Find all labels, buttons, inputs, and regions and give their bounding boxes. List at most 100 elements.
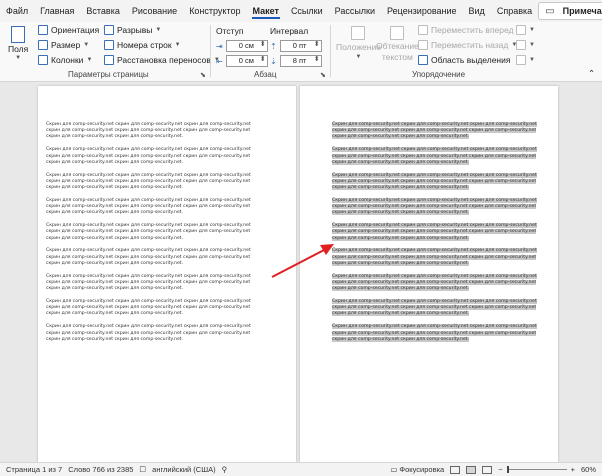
wrap-text-button[interactable]: Обтекание текстом	[376, 26, 419, 62]
breaks-icon	[104, 25, 114, 35]
spacing-before-icon: ⇡	[270, 41, 277, 51]
chevron-down-icon: ▼	[83, 42, 90, 48]
zoom-slider[interactable]	[506, 466, 567, 473]
hyphenation-button[interactable]: Расстановка переносов ▼	[104, 55, 220, 65]
orientation-button[interactable]: Ориентация ▼	[38, 25, 108, 35]
page-counter[interactable]: Страница 1 из 7	[6, 465, 62, 474]
word-counter[interactable]: Слово 766 из 2385	[68, 465, 133, 474]
paragraph: Скрин для comp-security.net скрин для co…	[46, 172, 251, 190]
chevron-down-icon: ▼	[529, 42, 535, 48]
margins-button[interactable]: Поля ▼	[8, 26, 28, 61]
send-backward-label: Переместить назад	[431, 40, 509, 50]
spacing-after-row: ⇣ 8 пт	[270, 55, 322, 67]
paragraph-group-label: Абзац	[254, 70, 277, 79]
orientation-label: Ориентация	[51, 25, 100, 35]
spacing-after-input[interactable]: 8 пт	[279, 55, 322, 67]
highlighted-text: Скрин для comp-security.net скрин для co…	[332, 223, 537, 241]
paragraph: Скрин для comp-security.net скрин для co…	[46, 223, 251, 241]
spacing-before-value: 0 пт	[292, 41, 307, 50]
highlighted-text: Скрин для comp-security.net скрин для co…	[332, 197, 537, 216]
chevron-down-icon: ▼	[155, 27, 162, 33]
tab-mailings[interactable]: Рассылки	[329, 0, 381, 22]
spacing-header: Интервал	[270, 26, 309, 36]
size-label: Размер	[51, 40, 81, 50]
page-setup-launcher-icon[interactable]: ⬊	[200, 71, 206, 79]
tab-insert[interactable]: Вставка	[80, 0, 125, 22]
zoom-out-icon[interactable]: −	[498, 465, 502, 474]
align-button[interactable]: ▼	[516, 25, 535, 35]
group-button[interactable]: ▼	[516, 40, 535, 50]
paragraph: Скрин для comp-security.net скрин для co…	[46, 248, 251, 266]
zoom-level[interactable]: 60%	[581, 465, 596, 474]
tab-layout[interactable]: Макет	[247, 0, 285, 22]
tab-file[interactable]: Файл	[0, 0, 34, 22]
spacing-before-input[interactable]: 0 пт	[279, 40, 322, 52]
document-page-right[interactable]: Скрин для comp-security.net скрин для co…	[300, 86, 558, 462]
indent-right-input[interactable]: 0 см	[225, 55, 268, 67]
rotate-icon	[516, 55, 526, 65]
focus-button[interactable]: Фокусировка	[399, 465, 444, 474]
tab-review[interactable]: Рецензирование	[381, 0, 463, 22]
paragraph-launcher-icon[interactable]: ⬊	[320, 71, 326, 79]
wrap-text-label-2: текстом	[381, 52, 413, 62]
highlighted-paragraph: Скрин для comp-security.net скрин для co…	[332, 147, 544, 166]
web-layout-icon[interactable]	[482, 465, 493, 474]
paragraph: Скрин для comp-security.net скрин для co…	[46, 147, 251, 165]
margins-label: Поля	[8, 44, 29, 54]
collapse-ribbon-icon[interactable]: ⌃	[588, 68, 595, 79]
read-mode-icon[interactable]	[450, 465, 461, 474]
tab-draw[interactable]: Рисование	[126, 0, 183, 22]
document-page-left[interactable]: Скрин для comp-security.net скрин для co…	[38, 86, 296, 462]
size-button[interactable]: Размер ▼	[38, 40, 89, 50]
breaks-button[interactable]: Разрывы ▼	[104, 25, 161, 35]
highlighted-text: Скрин для comp-security.net скрин для co…	[332, 172, 537, 190]
tab-home[interactable]: Главная	[34, 0, 80, 22]
highlighted-paragraph: Скрин для comp-security.net скрин для co…	[332, 248, 544, 267]
columns-button[interactable]: Колонки ▼	[38, 55, 92, 65]
ribbon-tabs: Файл Главная Вставка Рисование Конструкт…	[0, 0, 602, 22]
divider	[330, 25, 331, 77]
zoom-in-icon[interactable]: +	[571, 465, 575, 474]
spacing-before-row: ⇡ 0 пт	[270, 40, 322, 52]
highlighted-paragraph: Скрин для comp-security.net скрин для co…	[332, 223, 544, 242]
comment-icon: ▭	[545, 5, 555, 17]
send-backward-button[interactable]: Переместить назад ▼	[418, 40, 517, 50]
hyphenation-icon	[104, 55, 114, 65]
selection-pane-button[interactable]: Область выделения	[418, 55, 510, 65]
language-indicator[interactable]: английский (США)	[152, 465, 215, 474]
highlighted-paragraph: Скрин для comp-security.net скрин для co…	[332, 172, 544, 192]
tab-design[interactable]: Конструктор	[183, 0, 246, 22]
line-numbers-label: Номера строк	[117, 40, 172, 50]
tab-view[interactable]: Вид	[463, 0, 491, 22]
chevron-down-icon: ▼	[529, 57, 535, 63]
comments-button[interactable]: ▭ Примечания	[538, 2, 602, 20]
tab-help[interactable]: Справка	[491, 0, 538, 22]
line-numbers-button[interactable]: Номера строк ▼	[104, 40, 181, 50]
indent-right-icon: ⇤	[216, 56, 223, 66]
group-icon	[516, 40, 526, 50]
paragraph: Скрин для comp-security.net скрин для co…	[46, 299, 251, 317]
accessibility-icon[interactable]: ⚲	[222, 465, 228, 474]
document-area[interactable]: Скрин для comp-security.net скрин для co…	[0, 82, 602, 462]
highlighted-paragraph: Скрин для comp-security.net скрин для co…	[332, 122, 544, 141]
highlighted-text: Скрин для comp-security.net скрин для co…	[332, 299, 537, 317]
ribbon-layout: Поля ▼ Ориентация ▼ Размер ▼ Колонки ▼ Р…	[0, 22, 602, 82]
bring-forward-label: Переместить вперед	[431, 25, 514, 35]
indent-left-input[interactable]: 0 см	[225, 40, 268, 52]
position-button[interactable]: Положение ▼	[336, 26, 381, 60]
print-layout-icon[interactable]	[466, 465, 477, 474]
line-numbers-icon	[104, 40, 114, 50]
zoom-slider-thumb[interactable]	[506, 466, 509, 473]
highlighted-paragraph: Скрин для comp-security.net скрин для co…	[332, 324, 544, 343]
proofing-icon[interactable]: ☐	[139, 465, 146, 474]
indent-left-icon: ⇥	[216, 41, 223, 51]
rotate-button[interactable]: ▼	[516, 55, 535, 65]
position-icon	[351, 26, 366, 40]
indent-left-row: ⇥ 0 см	[216, 40, 268, 52]
highlighted-text: Скрин для comp-security.net скрин для co…	[332, 273, 537, 292]
bring-forward-button[interactable]: Переместить вперед ▼	[418, 25, 522, 35]
send-backward-icon	[418, 40, 428, 50]
indent-left-value: 0 см	[238, 41, 254, 50]
selection-pane-label: Область выделения	[431, 55, 511, 65]
tab-references[interactable]: Ссылки	[285, 0, 329, 22]
